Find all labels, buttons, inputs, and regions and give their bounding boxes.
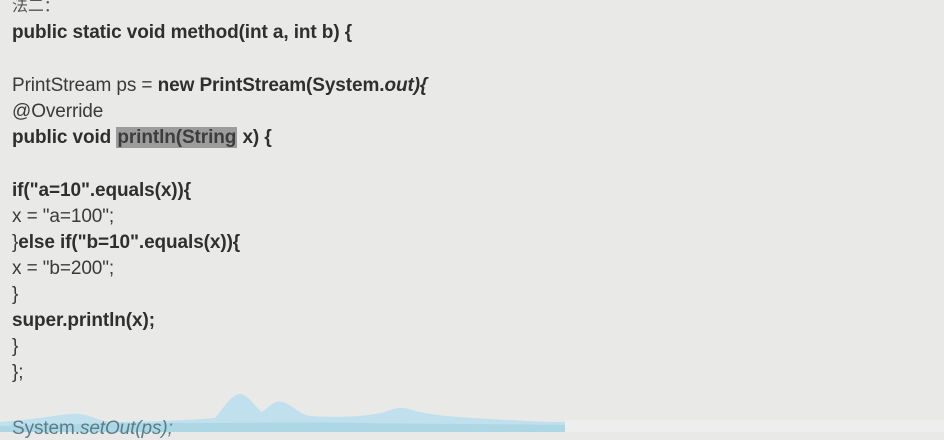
assign-b-line: x = "b=200";	[12, 258, 115, 279]
setout-call: setOut(ps);	[79, 418, 173, 439]
println-highlighted-text: println(String	[116, 127, 238, 148]
println-modifiers: public void	[12, 127, 117, 148]
close-brace-method: }	[12, 336, 19, 357]
printstream-decl: PrintStream ps =	[12, 75, 158, 96]
super-println-line: super.println(x);	[12, 310, 155, 331]
printstream-brace: {	[419, 75, 428, 96]
bottom-panel	[565, 420, 944, 432]
printstream-new: new PrintStream(System.	[157, 75, 385, 96]
setout-line: System.setOut(ps);	[12, 418, 173, 440]
println-signature-line: public void println(String x) {	[12, 127, 272, 149]
println-param: x) {	[237, 127, 272, 148]
if-a-line: if("a=10".equals(x)){	[12, 180, 192, 201]
section-heading: 法二：	[12, 0, 60, 15]
printstream-out: out)	[384, 75, 420, 96]
close-brace-if: }	[12, 284, 19, 305]
else-if-condition: else if("b=10".equals(x)){	[18, 232, 241, 253]
close-brace-class: };	[12, 362, 24, 383]
else-if-line: }else if("b=10".equals(x)){	[12, 232, 240, 254]
method-signature-line: public static void method(int a, int b) …	[12, 22, 353, 43]
override-annotation: @Override	[12, 101, 104, 122]
printstream-line: PrintStream ps = new PrintStream(System.…	[12, 75, 427, 97]
assign-a-line: x = "a=100";	[12, 206, 115, 227]
setout-system: System.	[12, 418, 80, 439]
